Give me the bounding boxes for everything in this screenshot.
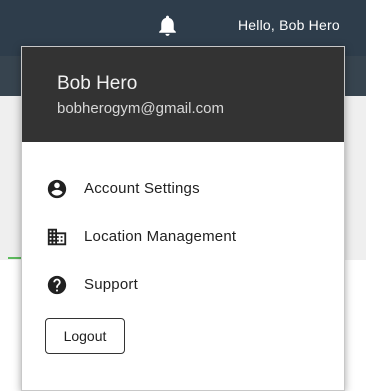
menu-item-label: Account Settings	[84, 180, 200, 197]
bell-icon[interactable]	[155, 13, 180, 38]
user-name: Bob Hero	[57, 73, 138, 94]
background-tab-indicator	[8, 257, 22, 259]
user-email: bobherogym@gmail.com	[57, 100, 224, 117]
building-icon	[47, 228, 67, 246]
user-menu-dropdown: Bob Hero bobherogym@gmail.com Account Se…	[21, 46, 345, 391]
menu-item-label: Support	[84, 276, 138, 293]
help-circle-icon	[47, 275, 67, 295]
account-circle-icon	[47, 179, 67, 199]
user-greeting[interactable]: Hello, Bob Hero	[238, 17, 340, 33]
menu-item-label: Location Management	[84, 228, 237, 245]
menu-item-location-management[interactable]: Location Management	[22, 217, 344, 257]
menu-item-account-settings[interactable]: Account Settings	[22, 169, 344, 209]
menu-item-support[interactable]: Support	[22, 265, 344, 305]
user-menu-header: Bob Hero bobherogym@gmail.com	[22, 47, 344, 142]
logout-button[interactable]: Logout	[45, 318, 125, 354]
